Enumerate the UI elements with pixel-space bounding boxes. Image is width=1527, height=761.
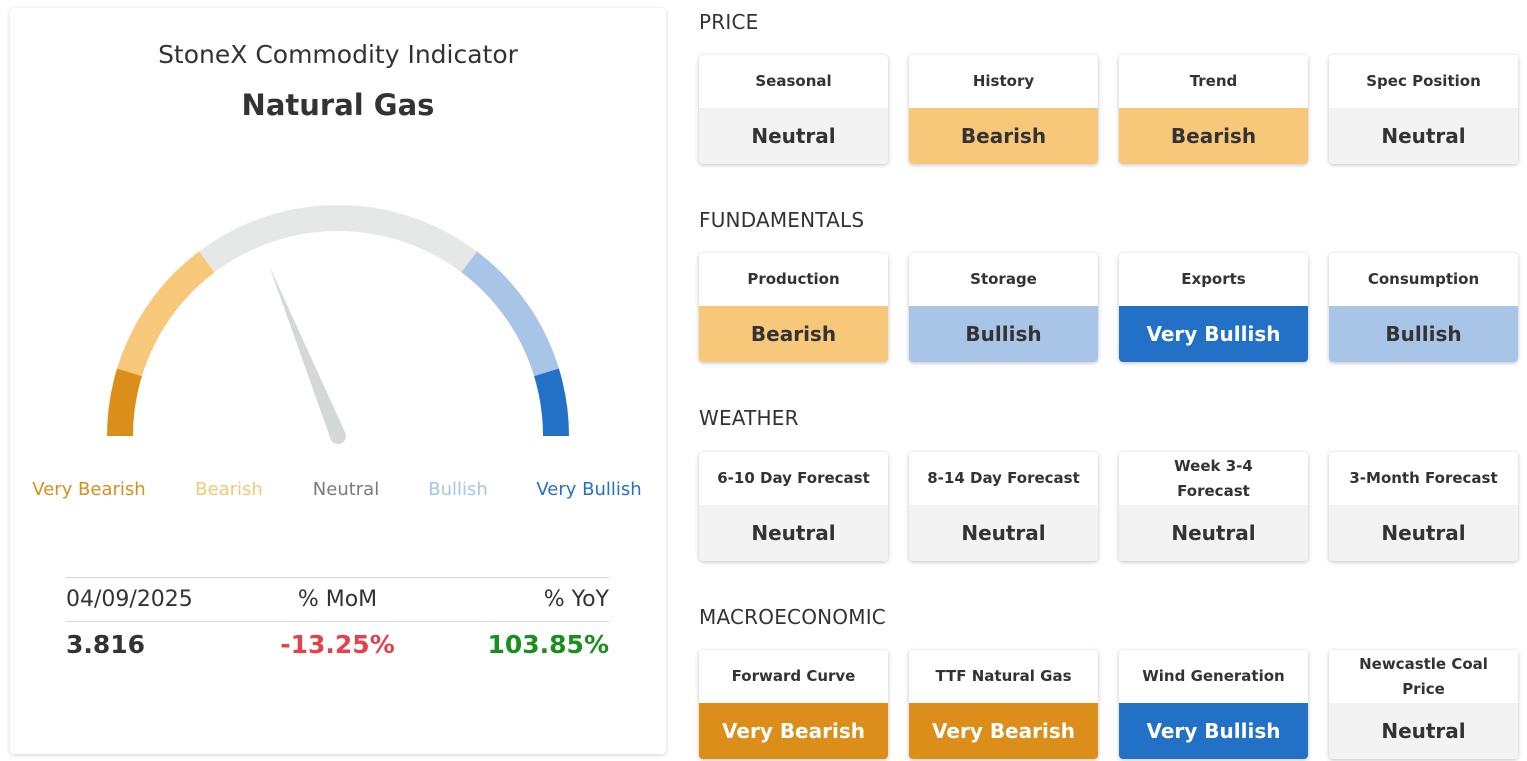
- stats-date: 04/09/2025: [66, 587, 193, 612]
- stats-mom-value: -13.25%: [280, 629, 395, 659]
- tile-rating: Bearish: [699, 306, 888, 362]
- stats-yoy-value: 103.85%: [487, 629, 609, 659]
- tile-rating: Very Bullish: [1119, 306, 1308, 362]
- legend-very-bullish: Very Bullish: [536, 479, 642, 500]
- tile-rating: Neutral: [1329, 505, 1518, 561]
- stats-yoy-header: % YoY: [543, 587, 609, 612]
- tile-production: Production Bearish: [699, 253, 888, 362]
- tile-label: Forward Curve: [731, 667, 856, 685]
- tile-label: 3-Month Forecast: [1349, 469, 1498, 487]
- tile-rating: Neutral: [699, 108, 888, 164]
- tile-label: 6-10 Day Forecast: [717, 469, 870, 487]
- tile-rating: Bullish: [909, 306, 1098, 362]
- gauge-segment-neutral: [198, 205, 478, 273]
- tile-rating: Bullish: [1329, 306, 1518, 362]
- tile-label: Wind Generation: [1142, 667, 1285, 685]
- tile-label: Storage: [970, 270, 1037, 288]
- stats-header-row: 04/09/2025 % MoM % YoY: [66, 577, 609, 622]
- tile-week-3-4-forecast: Week 3-4 Forecast Neutral: [1119, 452, 1308, 561]
- stats-mom-header: % MoM: [297, 587, 378, 612]
- tile-rating: Neutral: [1119, 505, 1308, 561]
- legend-bullish: Bullish: [428, 479, 488, 500]
- tile-label: TTF Natural Gas: [935, 667, 1072, 685]
- tile-label: Consumption: [1367, 270, 1480, 288]
- tile-label: Week 3-4 Forecast: [1174, 456, 1253, 500]
- tile-rating: Neutral: [1329, 703, 1518, 759]
- gauge-needle-hub: [330, 428, 346, 444]
- gauge-segment-bullish: [461, 251, 559, 377]
- section-title-weather: WEATHER: [699, 406, 799, 430]
- tile-ttf-natural-gas: TTF Natural Gas Very Bearish: [909, 650, 1098, 759]
- tile-rating: Bearish: [1119, 108, 1308, 164]
- tile-rating: Very Bearish: [699, 703, 888, 759]
- tile-8-14-day-forecast: 8-14 Day Forecast Neutral: [909, 452, 1098, 561]
- tile-label: 8-14 Day Forecast: [927, 469, 1080, 487]
- tile-3-month-forecast: 3-Month Forecast Neutral: [1329, 452, 1518, 561]
- tile-label: Newcastle Coal Price: [1359, 654, 1488, 698]
- tile-consumption: Consumption Bullish: [1329, 253, 1518, 362]
- tile-rating: Very Bullish: [1119, 703, 1308, 759]
- tile-rating: Very Bearish: [909, 703, 1098, 759]
- legend-neutral: Neutral: [312, 479, 380, 500]
- stats-values-row: 3.816 -13.25% 103.85%: [66, 622, 609, 666]
- tile-newcastle-coal-price: Newcastle Coal Price Neutral: [1329, 650, 1518, 759]
- gauge-segment-bearish: [117, 251, 215, 377]
- stats-price-value: 3.816: [66, 629, 146, 659]
- tile-rating: Neutral: [1329, 108, 1518, 164]
- tile-label: Seasonal: [755, 72, 832, 90]
- sentiment-gauge: [107, 205, 569, 444]
- tile-trend: Trend Bearish: [1119, 55, 1308, 164]
- tile-6-10-day-forecast: 6-10 Day Forecast Neutral: [699, 452, 888, 561]
- legend-very-bearish: Very Bearish: [32, 479, 146, 500]
- tile-wind-generation: Wind Generation Very Bullish: [1119, 650, 1308, 759]
- tile-rating: Neutral: [699, 505, 888, 561]
- tile-seasonal: Seasonal Neutral: [699, 55, 888, 164]
- tile-label: History: [972, 72, 1035, 90]
- tile-spec-position: Spec Position Neutral: [1329, 55, 1518, 164]
- tile-label: Exports: [1181, 270, 1246, 288]
- tile-label: Trend: [1189, 72, 1238, 90]
- tile-label: Spec Position: [1366, 72, 1481, 90]
- section-title-price: PRICE: [699, 10, 759, 34]
- gauge-segment-very-bearish: [107, 368, 143, 437]
- tile-storage: Storage Bullish: [909, 253, 1098, 362]
- price-stats: 04/09/2025 % MoM % YoY 3.816 -13.25% 103…: [66, 577, 609, 666]
- commodity-indicator-card: StoneX Commodity Indicator Natural Gas V…: [10, 8, 666, 754]
- gauge-segment-very-bullish: [533, 368, 569, 437]
- gauge-needle: [269, 266, 346, 439]
- tile-rating: Neutral: [909, 505, 1098, 561]
- legend-bearish: Bearish: [195, 479, 263, 500]
- section-title-macroeconomic: MACROECONOMIC: [699, 605, 886, 629]
- tile-exports: Exports Very Bullish: [1119, 253, 1308, 362]
- tile-history: History Bearish: [909, 55, 1098, 164]
- section-title-fundamentals: FUNDAMENTALS: [699, 208, 865, 232]
- tile-label: Production: [747, 270, 840, 288]
- tile-rating: Bearish: [909, 108, 1098, 164]
- tile-forward-curve: Forward Curve Very Bearish: [699, 650, 888, 759]
